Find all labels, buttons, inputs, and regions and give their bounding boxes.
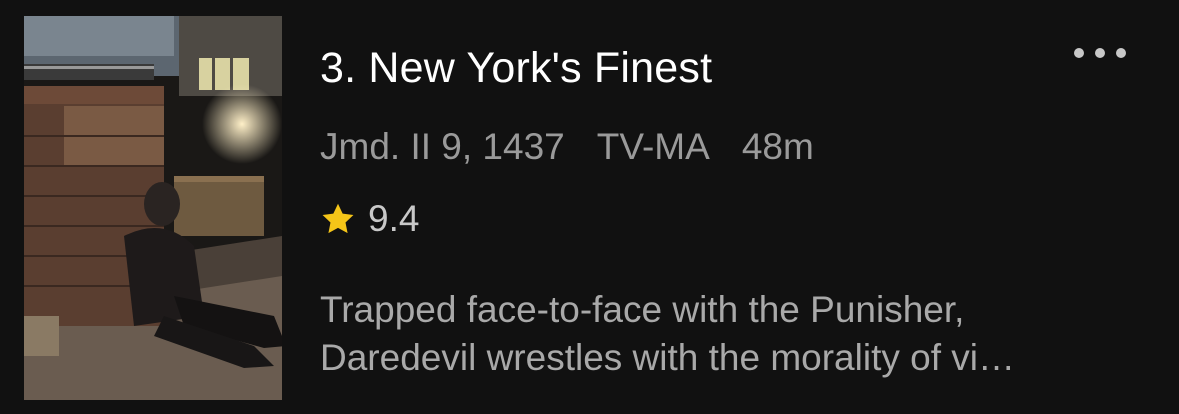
episode-meta: Jmd. II 9, 1437 TV-MA 48m: [320, 126, 814, 168]
description-line: Daredevil wrestles with the morality of …: [320, 337, 1015, 378]
user-rating: 9.4: [320, 198, 419, 240]
episode-card[interactable]: 3. New York's Finest Jmd. II 9, 1437 TV-…: [0, 0, 1179, 414]
star-icon: [322, 203, 354, 234]
content-rating: TV-MA: [596, 126, 710, 167]
air-date: Jmd. II 9, 1437: [320, 126, 565, 167]
duration: 48m: [741, 126, 814, 167]
episode-title: 3. New York's Finest: [320, 44, 713, 92]
description-line: Trapped face-to-face with the Punisher,: [320, 289, 965, 330]
episode-still-image: [24, 16, 282, 400]
episode-thumbnail[interactable]: [24, 16, 282, 400]
more-horizontal-icon: [1074, 48, 1084, 58]
episode-description: Trapped face-to-face with the Punisher, …: [320, 286, 1150, 382]
more-options-button[interactable]: [1074, 36, 1126, 70]
rating-value: 9.4: [368, 198, 420, 239]
